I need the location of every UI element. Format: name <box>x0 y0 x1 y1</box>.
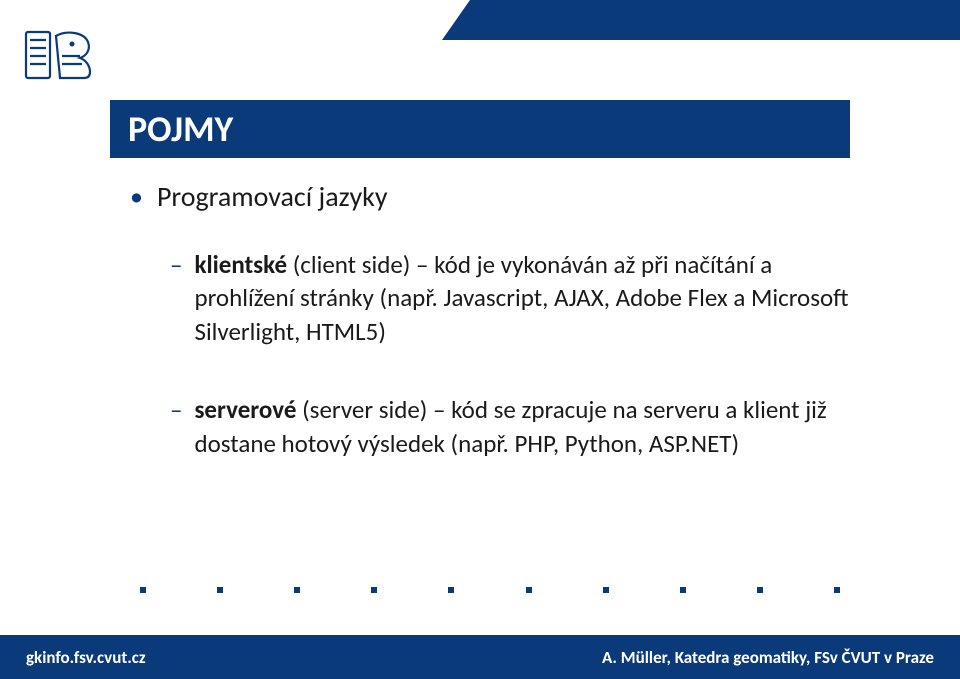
slide-content: • Programovací jazyky – klientské (clien… <box>130 180 850 504</box>
footer-left-text: gkinfo.fsv.cvut.cz <box>26 647 146 668</box>
slide-footer: gkinfo.fsv.cvut.cz A. Müller, Katedra ge… <box>0 635 960 679</box>
dot-icon <box>294 587 300 593</box>
dot-icon <box>140 587 146 593</box>
bullet-item-lead: serverové <box>194 394 296 425</box>
bullet-dot-icon: • <box>130 180 143 213</box>
dot-icon <box>217 587 223 593</box>
dot-icon <box>680 587 686 593</box>
dot-icon <box>448 587 454 593</box>
bullet-item-lead: klientské <box>194 249 287 280</box>
bullet-main-text: Programovací jazyky <box>157 180 388 214</box>
footer-right-text: A. Müller, Katedra geomatiky, FSv ČVUT v… <box>602 647 934 668</box>
decorative-dot-row <box>140 587 840 593</box>
header-accent-shape <box>442 0 960 40</box>
bullet-level1: • Programovací jazyky <box>130 180 850 214</box>
dot-icon <box>603 587 609 593</box>
bullet-item-rest: (client side) – kód je vykonáván až při … <box>194 249 848 348</box>
dot-icon <box>371 587 377 593</box>
dot-icon <box>757 587 763 593</box>
bullet-dash-icon: – <box>170 248 182 282</box>
bullet-item-text: serverové (server side) – kód se zpracuj… <box>194 393 850 461</box>
slide-title: POJMY <box>128 107 233 151</box>
bullet-dash-icon: – <box>170 393 182 427</box>
bullet-level2: – serverové (server side) – kód se zprac… <box>170 393 850 461</box>
ctu-lion-logo <box>24 30 94 80</box>
bullet-item-text: klientské (client side) – kód je vykonáv… <box>194 248 850 349</box>
dot-icon <box>834 587 840 593</box>
dot-icon <box>526 587 532 593</box>
slide-title-band: POJMY <box>110 100 850 158</box>
bullet-level2: – klientské (client side) – kód je vykon… <box>170 248 850 349</box>
